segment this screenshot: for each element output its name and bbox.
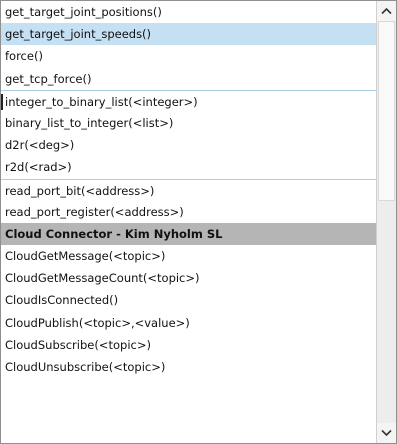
list-item[interactable]: CloudUnsubscribe(<topic>) <box>1 356 378 378</box>
list-item[interactable]: CloudSubscribe(<topic>) <box>1 334 378 356</box>
function-dropdown-list[interactable]: get_target_joint_positions() get_target_… <box>0 0 397 444</box>
chevron-down-icon <box>381 429 392 437</box>
scroll-down-button[interactable] <box>377 423 396 443</box>
chevron-up-icon <box>381 7 392 15</box>
list-group-header: Cloud Connector - Kim Nyholm SL <box>1 222 378 246</box>
list-item[interactable]: CloudGetMessageCount(<topic>) <box>1 267 378 289</box>
list-item[interactable]: binary_list_to_integer(<list>) <box>1 112 378 134</box>
list-item[interactable]: CloudIsConnected() <box>1 289 378 311</box>
function-list: get_target_joint_positions() get_target_… <box>1 1 378 443</box>
scrollbar-thumb[interactable] <box>378 21 395 201</box>
list-item[interactable]: get_target_joint_positions() <box>1 1 378 23</box>
list-item[interactable]: read_port_register(<address>) <box>1 201 378 223</box>
list-item[interactable]: r2d(<rad>) <box>1 156 378 178</box>
list-item[interactable]: integer_to_binary_list(<integer>) <box>1 89 378 112</box>
scroll-up-button[interactable] <box>377 1 396 21</box>
vertical-scrollbar[interactable] <box>376 1 396 443</box>
list-item-selected[interactable]: get_target_joint_speeds() <box>1 23 378 46</box>
list-item[interactable]: get_tcp_force() <box>1 68 378 90</box>
list-item[interactable]: read_port_bit(<address>) <box>1 178 378 201</box>
list-item[interactable]: d2r(<deg>) <box>1 134 378 156</box>
list-item[interactable]: CloudGetMessage(<topic>) <box>1 245 378 267</box>
list-item[interactable]: force() <box>1 45 378 67</box>
list-item[interactable]: CloudPublish(<topic>,<value>) <box>1 312 378 334</box>
